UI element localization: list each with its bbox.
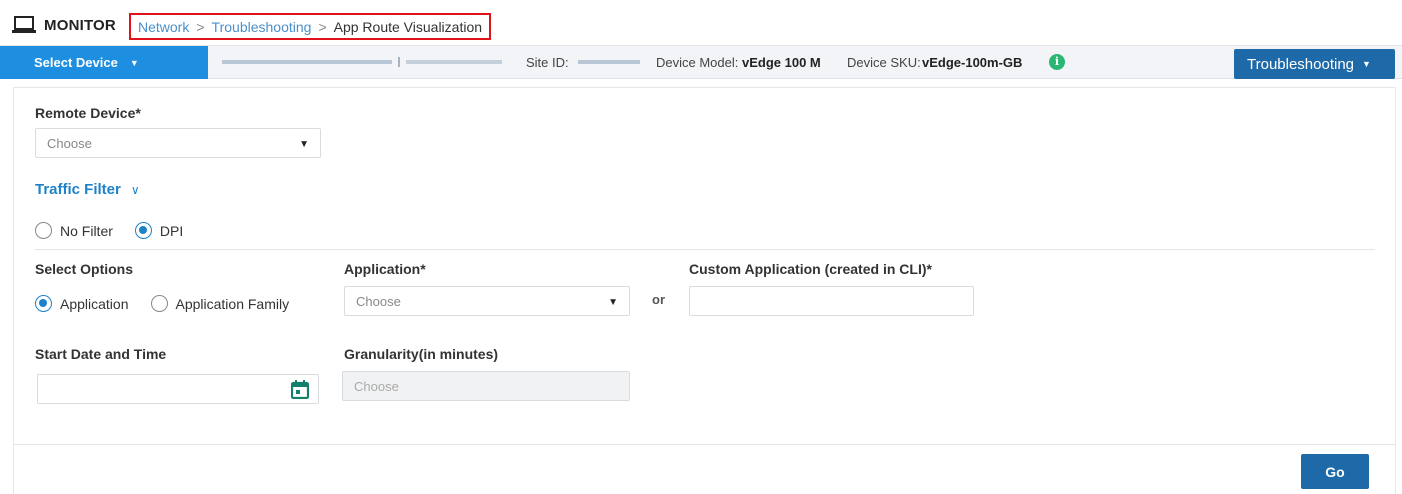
caret-down-icon: ▼ [1362, 59, 1371, 69]
dropdown-arrow-icon: ▼ [608, 297, 618, 308]
radio-no-filter[interactable]: No Filter [35, 222, 113, 239]
start-date-time-label: Start Date and Time [35, 346, 167, 362]
granularity-placeholder: Choose [354, 378, 399, 394]
info-icon[interactable]: i [1049, 54, 1065, 70]
radio-application-label: Application [60, 295, 129, 312]
filter-radio-group: No Filter DPI [35, 222, 205, 239]
radio-dpi[interactable]: DPI [134, 222, 184, 239]
radio-button-on[interactable] [35, 295, 52, 312]
troubleshooting-button-label: Troubleshooting [1247, 55, 1355, 73]
monitor-icon [12, 16, 36, 33]
or-separator: or [652, 292, 665, 307]
divider [14, 444, 1395, 445]
redacted-site-id [578, 60, 640, 64]
device-bar: Select Device ▼ Site ID: Device Model: v… [0, 46, 1402, 79]
remote-device-placeholder: Choose [47, 135, 92, 151]
application-select[interactable]: Choose ▼ [344, 286, 630, 316]
granularity-select: Choose [342, 371, 630, 401]
breadcrumb-separator: > [196, 18, 205, 35]
breadcrumb-network[interactable]: Network [138, 19, 189, 35]
traffic-filter-label: Traffic Filter [35, 181, 121, 198]
breadcrumb-separator: > [318, 18, 327, 35]
device-model-label: Device Model: [656, 55, 739, 70]
remote-device-select[interactable]: Choose ▼ [35, 128, 321, 158]
traffic-filter-toggle[interactable]: Traffic Filter ∨ [35, 181, 140, 198]
select-device-button[interactable]: Select Device ▼ [0, 46, 208, 79]
calendar-icon[interactable] [291, 380, 309, 399]
divider [35, 249, 1375, 250]
radio-no-filter-label: No Filter [60, 222, 113, 239]
radio-button-off[interactable] [35, 222, 52, 239]
form-panel: Remote Device* Choose ▼ Traffic Filter ∨… [13, 87, 1396, 494]
application-placeholder: Choose [356, 293, 401, 309]
breadcrumb-current: App Route Visualization [333, 18, 483, 35]
chevron-down-icon: ∨ [130, 182, 140, 197]
radio-dpi-label: DPI [159, 222, 184, 239]
breadcrumb: Network > Troubleshooting > App Route Vi… [129, 13, 492, 40]
troubleshooting-dropdown-button[interactable]: Troubleshooting ▼ [1234, 49, 1395, 79]
breadcrumb-troubleshooting[interactable]: Troubleshooting [212, 19, 312, 35]
custom-application-label: Custom Application (created in CLI)* [689, 261, 932, 277]
go-button[interactable]: Go [1301, 454, 1369, 489]
device-sku-label: Device SKU: [847, 55, 921, 70]
application-label: Application* [344, 261, 426, 277]
caret-down-icon: ▼ [129, 57, 139, 68]
select-options-label: Select Options [35, 261, 134, 277]
redacted-device-name [222, 57, 502, 67]
start-date-time-input[interactable] [37, 374, 319, 404]
device-model-value: vEdge 100 M [742, 55, 821, 70]
remote-device-label: Remote Device* [35, 105, 141, 121]
site-id-label: Site ID: [526, 55, 569, 70]
radio-application-family-label: Application Family [175, 295, 290, 312]
custom-application-input[interactable] [689, 286, 974, 316]
select-device-label: Select Device [34, 55, 118, 70]
device-sku-value: vEdge-100m-GB [922, 55, 1023, 70]
page-title: MONITOR [44, 17, 116, 34]
radio-button-on[interactable] [134, 222, 152, 239]
radio-button-off[interactable] [150, 295, 168, 312]
radio-application-family[interactable]: Application Family [150, 295, 290, 312]
granularity-label: Granularity(in minutes) [344, 346, 499, 362]
radio-application[interactable]: Application [35, 295, 129, 312]
top-header: MONITOR Network > Troubleshooting > App … [0, 0, 1402, 46]
select-options-radio-group: Application Application Family [35, 295, 311, 312]
dropdown-arrow-icon: ▼ [299, 139, 309, 150]
